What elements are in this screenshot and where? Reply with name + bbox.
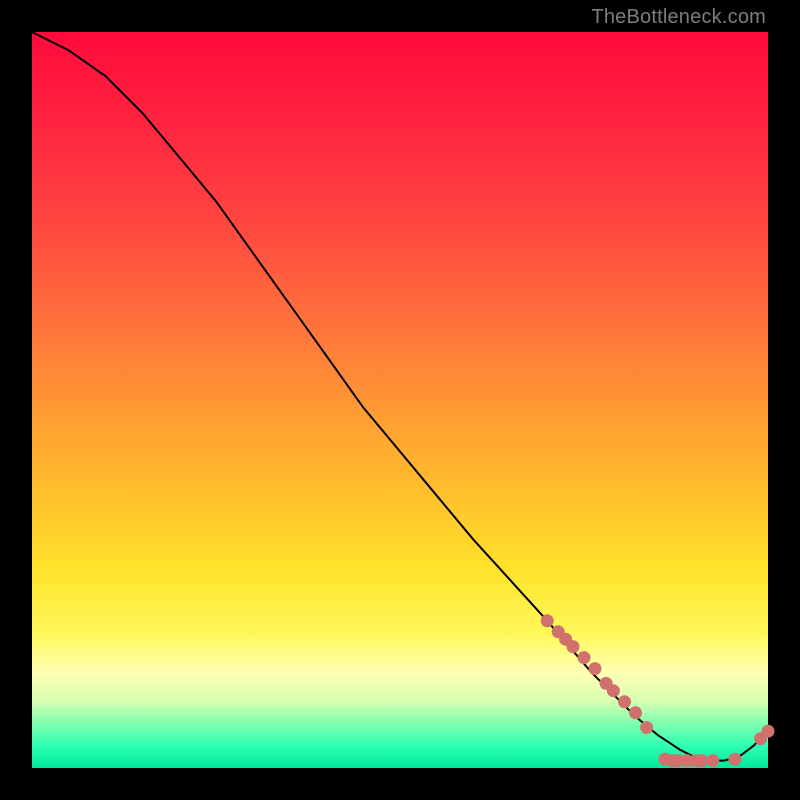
watermark-text: TheBottleneck.com — [591, 6, 766, 29]
chart-plot-area — [32, 32, 768, 768]
chart-frame: TheBottleneck.com — [0, 0, 800, 800]
